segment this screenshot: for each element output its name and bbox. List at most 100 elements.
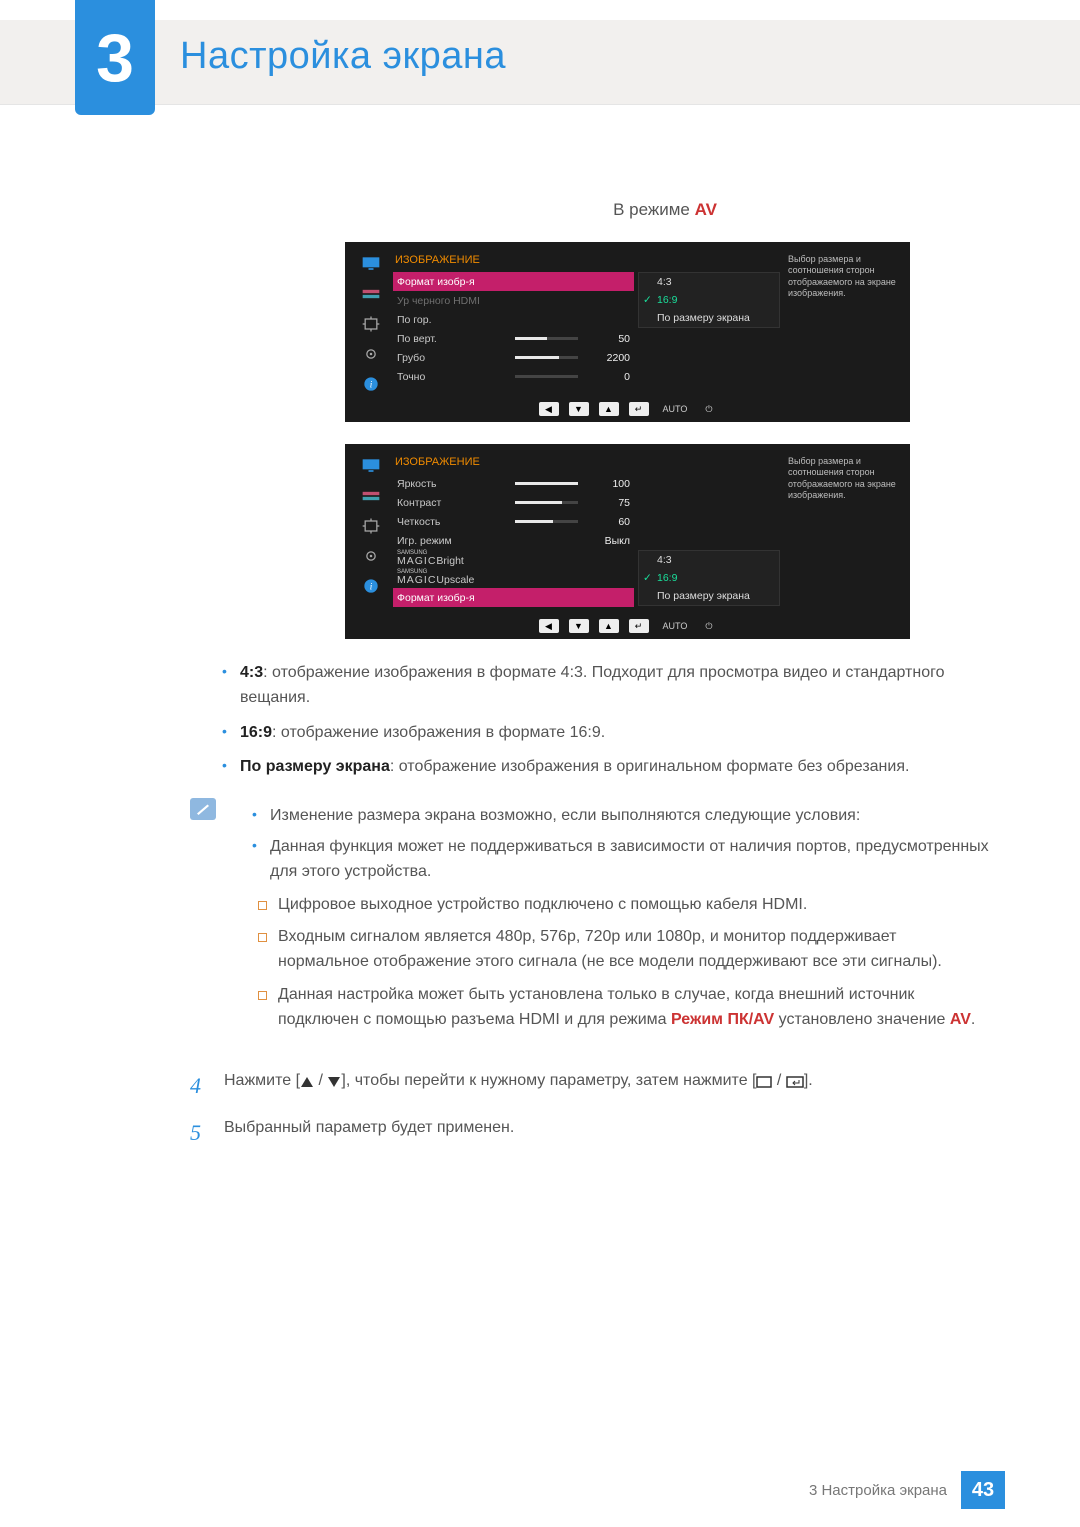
dropdown2-opt-fit: По размеру экрана — [639, 587, 779, 605]
step-5-num: 5 — [190, 1116, 210, 1149]
sharp-val: 60 — [586, 516, 630, 528]
header-banner — [0, 20, 1080, 105]
triangle-down-icon — [327, 1076, 341, 1088]
bullet-43: 4:3: отображение изображения в формате 4… — [222, 661, 990, 711]
sub-item-2: Входным сигналом является 480p, 576p, 72… — [254, 925, 990, 975]
osd-sidebar-icons-2: i — [353, 454, 389, 611]
vert-label: По верт. — [397, 333, 507, 345]
nav-down-icon: ▼ — [569, 619, 589, 633]
osd1-help-text: Выбор размера и соотношения сторон отобр… — [780, 252, 902, 394]
dropdown2-opt-169: 16:9 — [639, 569, 779, 587]
magic-up-suf: Upscale — [436, 574, 474, 586]
contrast-label: Контраст — [397, 497, 507, 509]
fine-label: Точно — [397, 371, 507, 383]
page-title: Настройка экрана — [180, 35, 506, 78]
osd1-row-hdmi: Ур черного HDMI — [393, 291, 634, 310]
info-icon: i — [359, 576, 383, 596]
nav-auto-label: AUTO — [659, 619, 692, 633]
note-icon — [190, 798, 216, 820]
note-item-1: Изменение размера экрана возможно, если … — [252, 804, 990, 829]
osd1-row-vert: По верт. 50 — [393, 329, 634, 348]
format-dropdown-2: 4:3 16:9 По размеру экрана — [638, 550, 780, 606]
bullet-fit-bold: По размеру экрана — [240, 758, 390, 775]
nav-left-icon: ◀ — [539, 619, 559, 633]
sub3-red1: Режим ПК/AV — [671, 1011, 774, 1028]
bright-val: 100 — [586, 478, 630, 490]
sub3-b: установлено значение — [774, 1011, 950, 1028]
sub3-c: . — [971, 1011, 975, 1028]
mode-line: В режиме AV — [340, 200, 990, 220]
dropdown-opt-fit: По размеру экрана — [639, 309, 779, 327]
step-4-num: 4 — [190, 1069, 210, 1102]
mode-prefix: В режиме — [613, 200, 695, 219]
osd2-help-text: Выбор размера и соотношения сторон отобр… — [780, 454, 902, 611]
monitor-icon — [359, 254, 383, 274]
osd2-nav-bar: ◀ ▼ ▲ ↵ AUTO ⏻ — [353, 619, 902, 633]
dropdown2-opt-43: 4:3 — [639, 551, 779, 569]
nav-down-icon: ▼ — [569, 402, 589, 416]
osd2-row-magic-bright: SAMSUNG MAGICBright — [393, 550, 634, 569]
hdmi-black-label: Ур черного HDMI — [397, 295, 507, 307]
bullet-169: 16:9: отображение изображения в формате … — [222, 721, 990, 746]
magic-bright: MAGIC — [397, 555, 436, 567]
note-item-2: Данная функция может не поддерживаться в… — [252, 835, 990, 885]
osd2-row-magic-upscale: SAMSUNG MAGICUpscale — [393, 569, 634, 588]
osd1-row-format: Формат изобр-я — [393, 272, 634, 291]
bullet-43-text: : отображение изображения в формате 4:3.… — [240, 664, 944, 706]
osd-sidebar-icons: i — [353, 252, 389, 394]
osd2-row-contrast: Контраст 75 — [393, 493, 634, 512]
nav-left-icon: ◀ — [539, 402, 559, 416]
page-footer: 3 Настройка экрана 43 — [809, 1471, 1005, 1509]
sharp-label: Четкость — [397, 516, 507, 528]
sub3-red2: AV — [950, 1011, 971, 1028]
resize-icon — [359, 314, 383, 334]
bullet-169-text: : отображение изображения в формате 16:9… — [272, 724, 605, 741]
magic-up: MAGIC — [397, 574, 436, 586]
resize-icon — [359, 516, 383, 536]
magic-bright-label: SAMSUNG MAGICBright — [397, 552, 507, 568]
osd1-row-fine: Точно 0 — [393, 367, 634, 386]
step-4: 4 Нажмите [ / ], чтобы перейти к нужному… — [190, 1069, 990, 1102]
osd-panel-2: i ИЗОБРАЖЕНИЕ Яркость 100 Контраст — [345, 444, 910, 639]
gear-icon — [359, 344, 383, 364]
enter-icon — [786, 1076, 804, 1088]
gear-icon — [359, 546, 383, 566]
nav-power-icon: ⏻ — [701, 402, 716, 416]
osd2-row-bright: Яркость 100 — [393, 474, 634, 493]
nav-enter-icon: ↵ — [629, 619, 649, 633]
palette-icon — [359, 284, 383, 304]
vert-val: 50 — [586, 333, 630, 345]
osd1-row-coarse: Грубо 2200 — [393, 348, 634, 367]
osd2-section-title: ИЗОБРАЖЕНИЕ — [393, 454, 780, 474]
footer-section-label: 3 Настройка экрана — [809, 1482, 947, 1499]
osd-panel-1: i ИЗОБРАЖЕНИЕ Формат изобр-я Ур черного … — [345, 242, 910, 422]
step-4-b: ], чтобы перейти к нужному параметру, за… — [341, 1072, 756, 1089]
mode-av: AV — [695, 200, 717, 219]
dropdown-opt-43: 4:3 — [639, 273, 779, 291]
note-block: Изменение размера экрана возможно, если … — [190, 798, 990, 1040]
format-options-list: 4:3: отображение изображения в формате 4… — [190, 661, 990, 780]
magic-upscale-label: SAMSUNG MAGICUpscale — [397, 571, 507, 587]
contrast-val: 75 — [586, 497, 630, 509]
nav-up-icon: ▲ — [599, 402, 619, 416]
nav-enter-icon: ↵ — [629, 402, 649, 416]
format-label: Формат изобр-я — [397, 276, 507, 288]
game-label: Игр. режим — [397, 535, 507, 547]
horz-label: По гор. — [397, 314, 507, 326]
info-icon: i — [359, 374, 383, 394]
coarse-val: 2200 — [586, 352, 630, 364]
step-4-c: ]. — [804, 1072, 813, 1089]
bullet-fit: По размеру экрана: отображение изображен… — [222, 755, 990, 780]
coarse-label: Грубо — [397, 352, 507, 364]
monitor-icon — [359, 456, 383, 476]
osd2-row-format: Формат изобр-я — [393, 588, 634, 607]
triangle-up-icon — [300, 1076, 314, 1088]
fine-val: 0 — [586, 371, 630, 383]
bullet-169-bold: 16:9 — [240, 724, 272, 741]
osd2-row-game: Игр. режим Выкл — [393, 531, 634, 550]
dropdown-opt-169: 16:9 — [639, 291, 779, 309]
bullet-fit-text: : отображение изображения в оригинальном… — [390, 758, 910, 775]
nav-auto-label: AUTO — [659, 402, 692, 416]
format-dropdown: 4:3 16:9 По размеру экрана — [638, 272, 780, 328]
magic-bright-suf: Bright — [436, 555, 463, 567]
